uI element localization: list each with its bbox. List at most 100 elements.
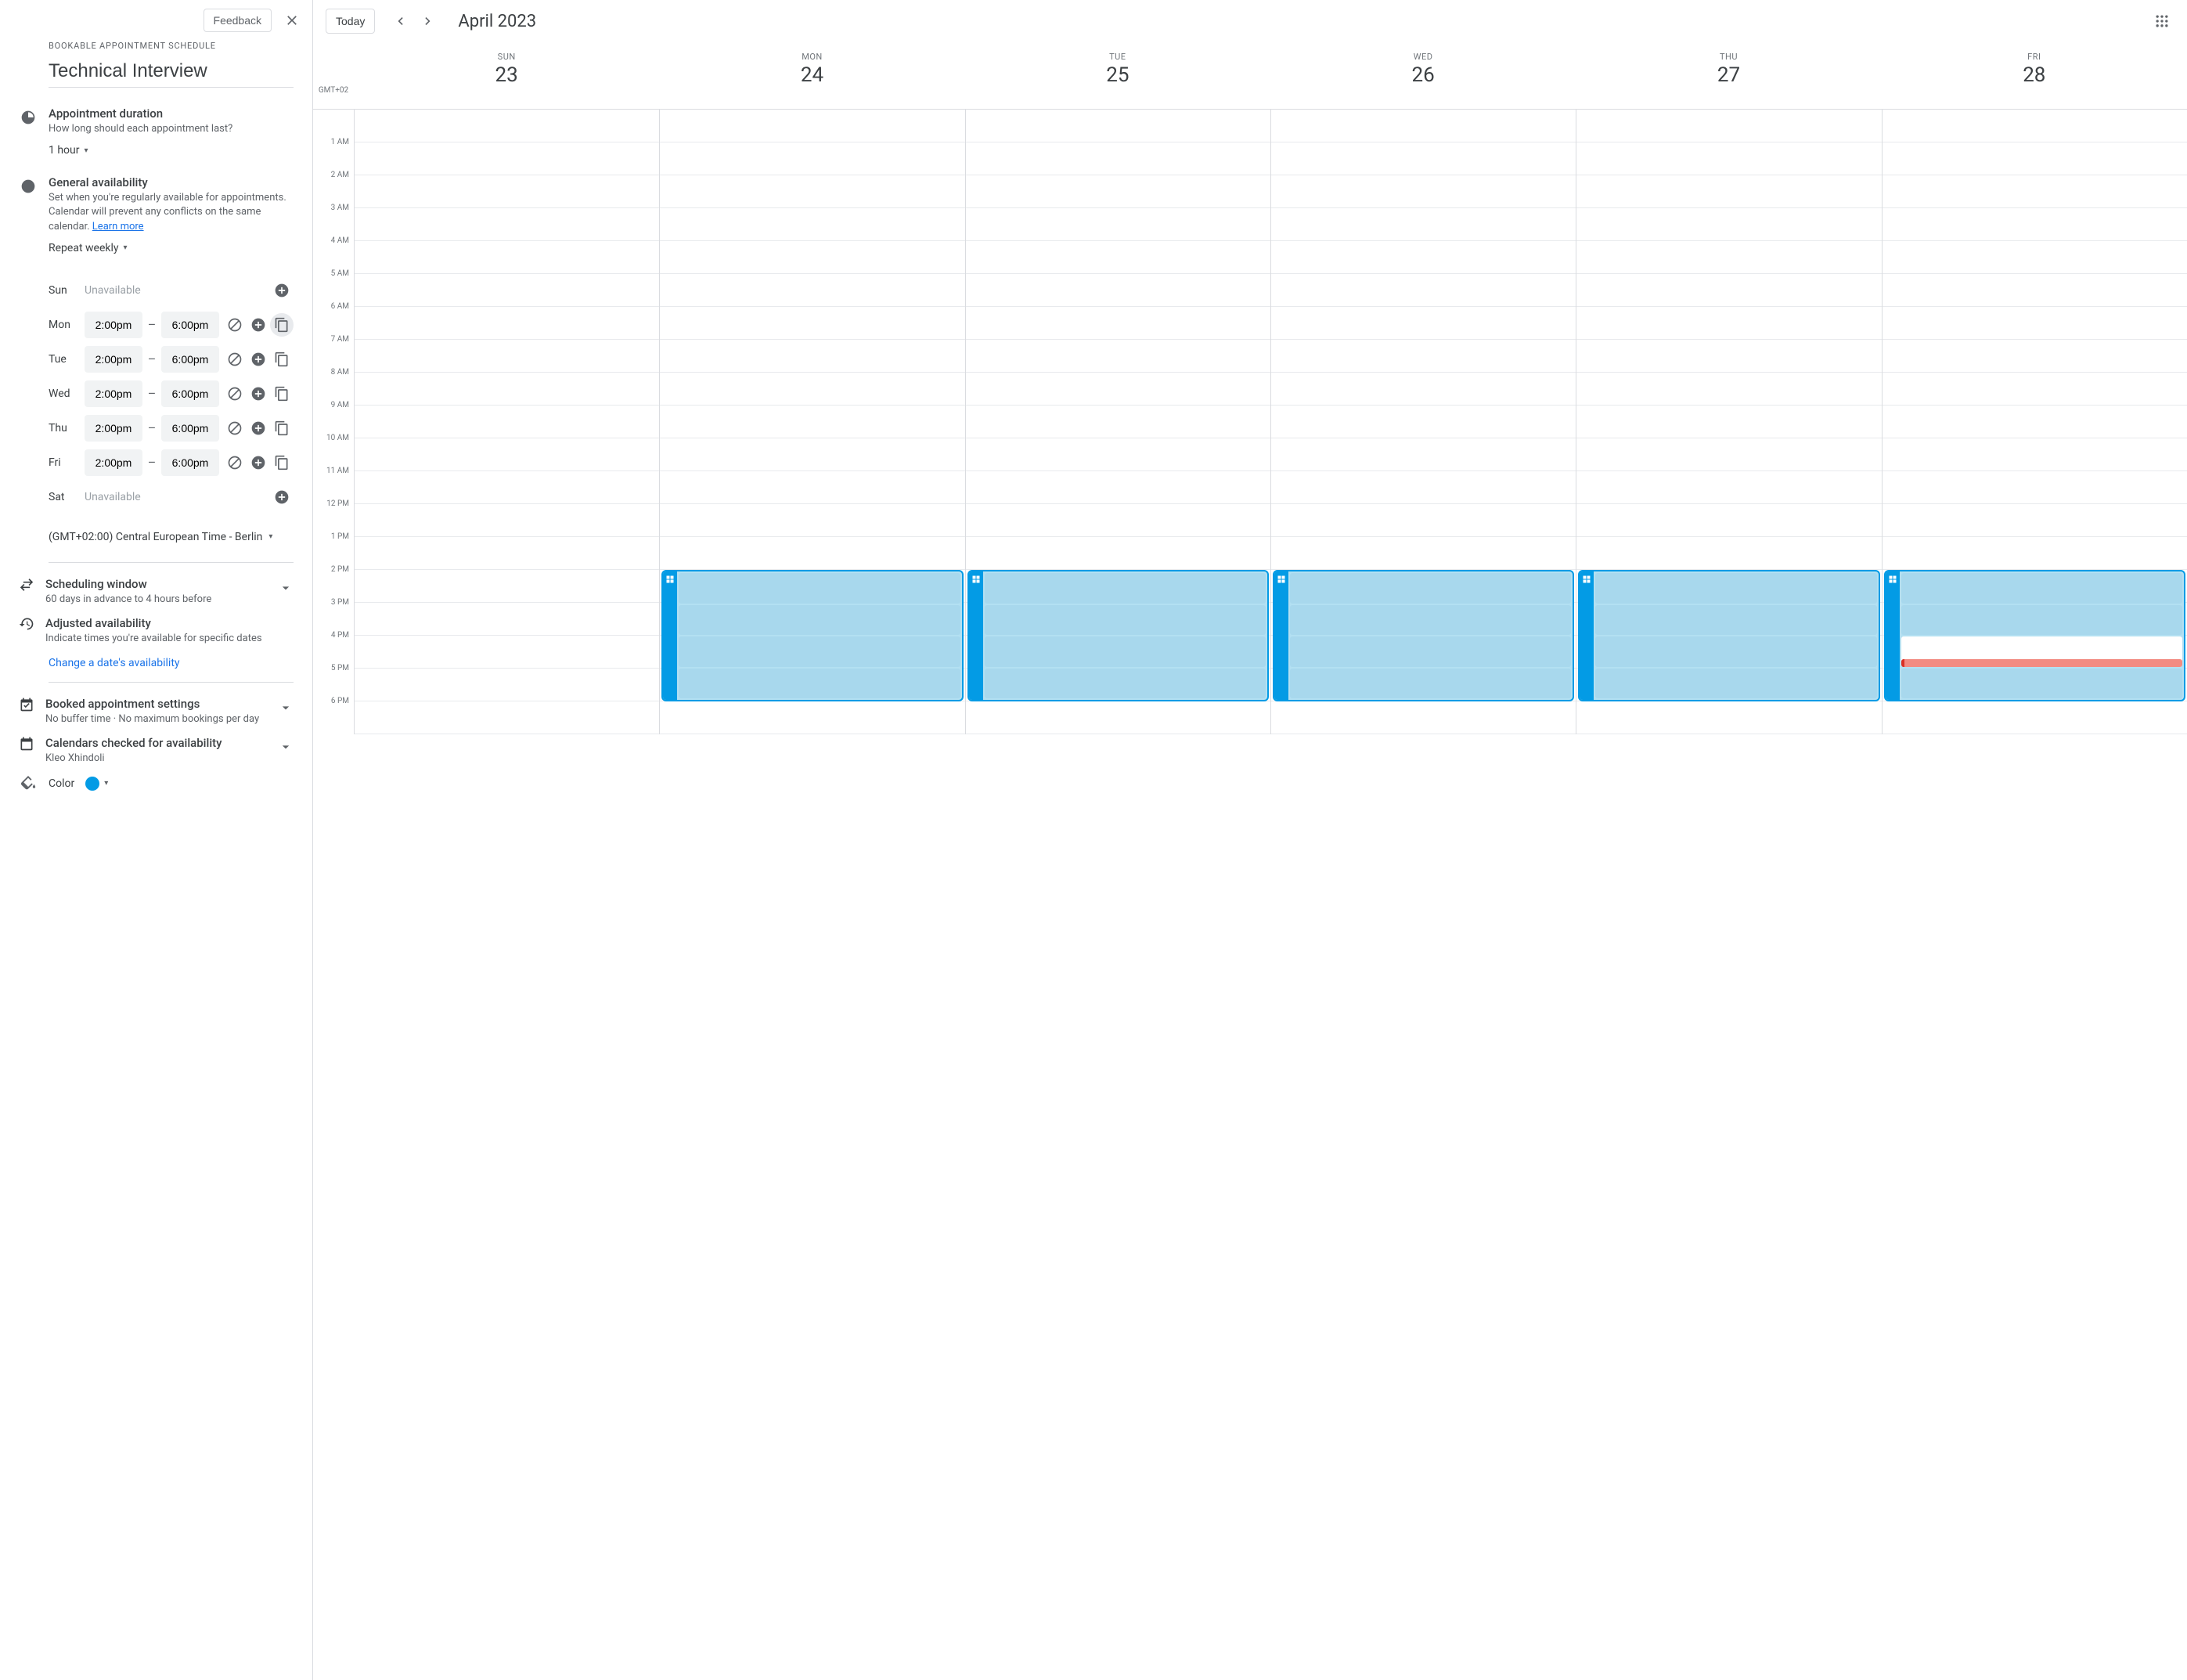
appointment-block[interactable]: [661, 570, 963, 701]
availability-row: Fri–: [49, 445, 294, 480]
learn-more-link[interactable]: Learn more: [92, 221, 144, 233]
apps-icon[interactable]: [2149, 9, 2174, 34]
copy-icon[interactable]: [270, 313, 294, 337]
end-time-input[interactable]: [161, 312, 219, 338]
close-icon[interactable]: [278, 6, 306, 34]
appointment-slot[interactable]: [985, 669, 1266, 699]
start-time-input[interactable]: [85, 449, 142, 476]
add-slot-icon[interactable]: [247, 348, 270, 371]
next-week-button[interactable]: [416, 9, 441, 34]
day-label: Sat: [49, 491, 85, 503]
end-time-input[interactable]: [161, 380, 219, 407]
hour-label: 6 PM: [313, 697, 354, 730]
day-column[interactable]: [1270, 110, 1576, 734]
start-time-input[interactable]: [85, 380, 142, 407]
day-header[interactable]: MON24: [659, 42, 964, 109]
start-time-input[interactable]: [85, 312, 142, 338]
appointment-slot[interactable]: [1901, 669, 2182, 699]
repeat-select[interactable]: Repeat weekly▾: [49, 242, 128, 254]
grid-icon: [1886, 571, 1900, 700]
day-column[interactable]: [354, 110, 659, 734]
appointment-block[interactable]: [1884, 570, 2185, 701]
appointment-slot[interactable]: [679, 573, 960, 604]
hour-label: 4 AM: [313, 236, 354, 269]
schedule-title-input[interactable]: [49, 60, 294, 88]
copy-icon[interactable]: [270, 382, 294, 406]
unavailable-icon[interactable]: [223, 416, 247, 440]
add-slot-icon[interactable]: [247, 451, 270, 474]
appointment-slot[interactable]: [985, 605, 1266, 636]
grid-icon: [1274, 571, 1288, 700]
appointment-slot[interactable]: [1595, 573, 1876, 604]
day-label: Thu: [49, 422, 85, 434]
end-time-input[interactable]: [161, 449, 219, 476]
appointment-slot[interactable]: [1901, 605, 2182, 636]
appointment-slot[interactable]: [985, 573, 1266, 604]
color-label: Color: [49, 777, 74, 790]
chevron-down-icon: [278, 739, 294, 755]
appointment-slot[interactable]: [985, 636, 1266, 667]
appointment-block[interactable]: [1578, 570, 1879, 701]
busy-event[interactable]: [1901, 659, 2182, 667]
add-slot-icon[interactable]: [247, 382, 270, 406]
hour-label: 8 AM: [313, 368, 354, 401]
prev-week-button[interactable]: [387, 9, 413, 34]
day-column[interactable]: [1882, 110, 2187, 734]
color-select[interactable]: ▾: [85, 777, 108, 791]
appointment-slot[interactable]: [1595, 605, 1876, 636]
appointment-slot[interactable]: [1290, 636, 1571, 667]
timezone-select[interactable]: (GMT+02:00) Central European Time - Berl…: [49, 531, 272, 543]
unavailable-icon[interactable]: [223, 451, 247, 474]
start-time-input[interactable]: [85, 346, 142, 373]
day-header[interactable]: FRI28: [1882, 42, 2187, 109]
add-slot-icon[interactable]: [247, 313, 270, 337]
availability-title: General availability: [49, 175, 294, 189]
appointment-slot[interactable]: [679, 636, 960, 667]
day-column[interactable]: [1576, 110, 1881, 734]
change-date-link[interactable]: Change a date's availability: [49, 657, 180, 669]
appointment-slot[interactable]: [1901, 573, 2182, 604]
day-header[interactable]: WED26: [1270, 42, 1576, 109]
day-header[interactable]: TUE25: [965, 42, 1270, 109]
appointment-slot[interactable]: [1290, 669, 1571, 699]
day-header[interactable]: THU27: [1576, 42, 1881, 109]
add-slot-icon[interactable]: [270, 279, 294, 302]
add-slot-icon[interactable]: [270, 485, 294, 509]
tz-gutter: GMT+02: [313, 42, 354, 109]
unavailable-icon[interactable]: [223, 348, 247, 371]
duration-select[interactable]: 1 hour▾: [49, 144, 88, 157]
copy-icon[interactable]: [270, 416, 294, 440]
end-time-input[interactable]: [161, 415, 219, 442]
day-header[interactable]: SUN23: [354, 42, 659, 109]
calendar-header: Today April 2023: [313, 0, 2187, 42]
booked-settings-row[interactable]: Booked appointment settings No buffer ti…: [19, 692, 294, 731]
end-time-input[interactable]: [161, 346, 219, 373]
appointment-block[interactable]: [967, 570, 1269, 701]
appointment-slot[interactable]: [679, 605, 960, 636]
calendars-checked-row[interactable]: Calendars checked for availability Kleo …: [19, 731, 294, 770]
appointment-slot[interactable]: [1290, 605, 1571, 636]
today-button[interactable]: Today: [326, 9, 375, 34]
start-time-input[interactable]: [85, 415, 142, 442]
add-slot-icon[interactable]: [247, 416, 270, 440]
copy-icon[interactable]: [270, 348, 294, 371]
duration-icon: [19, 108, 38, 127]
day-label: Fri: [49, 456, 85, 469]
appointment-block[interactable]: [1273, 570, 1574, 701]
appointment-slot[interactable]: [1595, 636, 1876, 667]
chevron-down-icon: [278, 580, 294, 596]
unavailable-icon[interactable]: [223, 382, 247, 406]
copy-icon[interactable]: [270, 451, 294, 474]
scheduling-window-row[interactable]: Scheduling window 60 days in advance to …: [19, 572, 294, 611]
duration-title: Appointment duration: [49, 106, 294, 121]
unavailable-icon[interactable]: [223, 313, 247, 337]
appointment-slot[interactable]: [679, 669, 960, 699]
day-column[interactable]: [965, 110, 1270, 734]
appointment-slot[interactable]: [1290, 573, 1571, 604]
appointment-slot[interactable]: [1595, 669, 1876, 699]
availability-row: SatUnavailable: [49, 480, 294, 514]
availability-sub: Set when you're regularly available for …: [49, 191, 294, 234]
day-column[interactable]: [659, 110, 964, 734]
appointment-slot[interactable]: [1901, 636, 2182, 667]
feedback-button[interactable]: Feedback: [204, 9, 272, 32]
